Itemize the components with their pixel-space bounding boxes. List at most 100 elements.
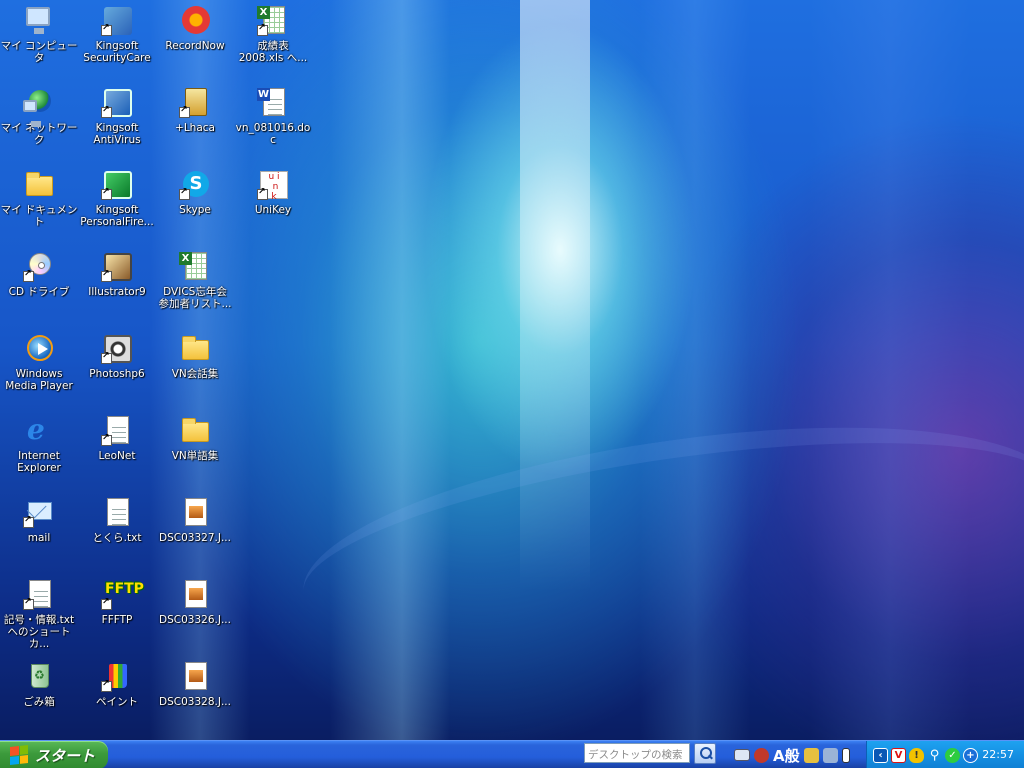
desktop-icon-dvics-list[interactable]: X DVICS忘年会 参加者リスト... (156, 248, 234, 324)
image-file-icon (179, 496, 211, 528)
ime-menu-icon[interactable] (841, 747, 850, 763)
icon-label: ごみ箱 (23, 696, 55, 708)
icon-label: vn_081016.doc (235, 122, 311, 146)
ime-mode-label[interactable]: A般 (773, 745, 800, 766)
icon-label: DSC03327.J... (159, 532, 231, 544)
icon-label: UniKey (254, 204, 292, 216)
search-go-icon[interactable] (694, 743, 716, 764)
desktop-icon-photoshp6[interactable]: Photoshp6 (78, 330, 156, 406)
desktop-icon-kigou-shortcut[interactable]: 記号・情報.txtへのショートカ... (0, 576, 78, 652)
taskbar: スタート デスクトップの検索 A般 ‹ V ! ⚲ ✓ + 22:57 (0, 740, 1024, 768)
skype-icon: S (179, 168, 211, 200)
ime-tool-icon[interactable] (822, 747, 838, 763)
desktop-icon-kingsoft-antivirus[interactable]: KingsoftAntiVirus (78, 84, 156, 160)
desktop-icon-recordnow[interactable]: RecordNow (156, 2, 234, 78)
desktop-icon-my-network[interactable]: マイ ネットワーク (0, 84, 78, 160)
desktop-icon-paint[interactable]: ペイント (78, 658, 156, 734)
windows-flag-icon (10, 745, 28, 765)
kingsoft-securitycare-icon (101, 4, 133, 36)
desktop: マイ コンピュータ マイ ネットワーク マイ ドキュメント CD ドライブ Wi… (0, 0, 1024, 740)
lhaca-icon (179, 86, 211, 118)
ime-pad-icon[interactable] (803, 747, 819, 763)
mail-icon (23, 496, 55, 528)
icon-label: DSC03326.J... (159, 614, 231, 626)
desktop-icon-dsc03327[interactable]: DSC03327.J... (156, 494, 234, 570)
desktop-icon-ffftp[interactable]: FFTP FFFTP (78, 576, 156, 652)
excel-file-icon: X (179, 250, 211, 282)
desktop-icon-internet-explorer[interactable]: e Internet Explorer (0, 412, 78, 488)
desktop-icon-my-documents[interactable]: マイ ドキュメント (0, 166, 78, 242)
collapse-tray-icon[interactable]: ‹ (873, 747, 888, 763)
desktop-icon-tokura-txt[interactable]: とくら.txt (78, 494, 156, 570)
icon-label: Photoshp6 (89, 368, 145, 380)
firewall-tray-icon[interactable]: + (963, 747, 978, 763)
icon-label: VN会話集 (171, 368, 219, 380)
desktop-icon-illustrator9[interactable]: Illustrator9 (78, 248, 156, 324)
kingsoft-firewall-icon (101, 168, 133, 200)
desktop-icon-cd-drive[interactable]: CD ドライブ (0, 248, 78, 324)
folder-icon (179, 414, 211, 446)
desktop-icon-seisekihyo[interactable]: X 成績表2008.xls へ... (234, 2, 312, 78)
network-tray-icon[interactable]: ✓ (945, 747, 960, 763)
recycle-bin-icon (23, 660, 55, 692)
start-label: スタート (35, 746, 96, 765)
icon-label: マイ ドキュメント (0, 204, 78, 228)
cd-drive-icon (23, 250, 55, 282)
icon-label: RecordNow (165, 40, 225, 52)
desktop-icon-recycle-bin[interactable]: ごみ箱 (0, 658, 78, 734)
desktop-icon-vn-081016-doc[interactable]: W vn_081016.doc (234, 84, 312, 160)
desktop-icon-windows-media-player[interactable]: Windows Media Player (0, 330, 78, 406)
icon-label: LeoNet (98, 450, 136, 462)
icon-label: FFFTP (101, 614, 133, 626)
desktop-icon-kingsoft-personalfirewall[interactable]: KingsoftPersonalFire... (78, 166, 156, 242)
desktop-icon-leonet[interactable]: LeoNet (78, 412, 156, 488)
icon-label: Kingsoft PersonalFire... (80, 204, 154, 228)
desktop-icon-vn-tangoshu[interactable]: VN単語集 (156, 412, 234, 488)
photoshop-icon (101, 332, 133, 364)
desktop-icon-mail[interactable]: mail (0, 494, 78, 570)
desktop-search-input[interactable]: デスクトップの検索 (584, 743, 690, 763)
icon-label: マイ コンピュータ (0, 40, 78, 64)
icon-label: mail (27, 532, 51, 544)
image-file-icon (179, 660, 211, 692)
excel-file-icon: X (257, 4, 289, 36)
system-tray: ‹ V ! ⚲ ✓ + 22:57 (866, 741, 1024, 768)
search-tray-icon[interactable]: ⚲ (927, 748, 942, 763)
internet-explorer-icon: e (27, 413, 45, 446)
icon-label: とくら.txt (92, 532, 142, 544)
ime-toolbar-icon[interactable] (754, 747, 769, 763)
desktop-icon-my-computer[interactable]: マイ コンピュータ (0, 2, 78, 78)
taskbar-clock: 22:57 (982, 748, 1014, 761)
keyboard-icon[interactable] (734, 749, 750, 761)
desktop-icon-dsc03326[interactable]: DSC03326.J... (156, 576, 234, 652)
desktop-icon-unikey[interactable]: u i nk UniKey (234, 166, 312, 242)
text-file-icon (23, 578, 55, 610)
desktop-icon-dsc03328[interactable]: DSC03328.J... (156, 658, 234, 734)
icon-label: DSC03328.J... (159, 696, 231, 708)
icon-label: 記号・情報.txt へのショートカ... (3, 614, 75, 650)
search-placeholder: デスクトップの検索 (588, 749, 683, 761)
icon-label: CD ドライブ (8, 286, 70, 298)
my-computer-icon (23, 4, 55, 36)
text-file-icon (101, 496, 133, 528)
icon-label: Skype (179, 204, 211, 216)
desktop-icon-vn-kaiwashu[interactable]: VN会話集 (156, 330, 234, 406)
desktop-icon-lhaca[interactable]: +Lhaca (156, 84, 234, 160)
icon-label: +Lhaca (175, 122, 215, 134)
icon-label: 成績表 2008.xls へ... (238, 40, 308, 64)
paint-icon (101, 660, 133, 692)
antivirus-tray-icon[interactable]: V (891, 747, 906, 763)
language-bar: A般 (734, 744, 850, 766)
illustrator-icon (101, 250, 133, 282)
recordnow-icon (179, 4, 211, 36)
start-button[interactable]: スタート (0, 741, 108, 768)
security-shield-icon[interactable]: ! (909, 747, 924, 763)
desktop-icon-kingsoft-securitycare[interactable]: KingsoftSecurityCare (78, 2, 156, 78)
media-player-icon (23, 332, 55, 364)
kingsoft-antivirus-icon (101, 86, 133, 118)
folder-icon (179, 332, 211, 364)
network-icon (23, 86, 55, 127)
image-file-icon (179, 578, 211, 610)
desktop-icon-skype[interactable]: S Skype (156, 166, 234, 242)
leonet-icon (101, 414, 133, 446)
